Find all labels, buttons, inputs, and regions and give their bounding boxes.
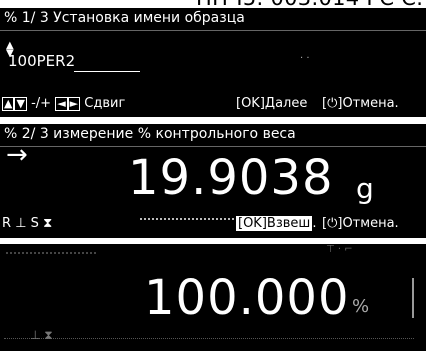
s-label: S: [30, 216, 39, 231]
stability-arrow-icon: →: [6, 140, 28, 170]
ok-key-label: OK: [243, 216, 262, 231]
faint-footer-line: [4, 338, 414, 339]
sign-toggle-label[interactable]: -/+: [31, 96, 51, 111]
r-label: R: [2, 216, 12, 231]
faint-top-indicators: [6, 252, 96, 254]
shift-key-icon[interactable]: ◄ ►: [55, 96, 81, 111]
power-icon: ⏻: [327, 96, 338, 111]
level-icon: ⊥: [15, 216, 27, 231]
weigh-softkey[interactable]: [OK]Взвеш.: [236, 216, 316, 231]
weight-unit: g: [356, 172, 374, 205]
progress-dots: [140, 218, 238, 220]
weight-readout: 19.9038: [128, 150, 334, 206]
ok-key-label: OK: [241, 96, 260, 111]
next-label: Далее: [264, 96, 308, 111]
percent-result-screen: ⊤ · ⌐ 100.000 % ⊥ ⧗: [0, 244, 426, 351]
next-softkey[interactable]: [OK]Далее: [236, 96, 307, 111]
name-input-underline: [74, 71, 140, 72]
weigh-label: Взвеш: [266, 216, 311, 231]
cancel-label: Отмена.: [342, 216, 399, 231]
faint-corner-marks: ⊤ · ⌐: [326, 244, 353, 255]
screen2-header-rest: контрольного веса: [155, 126, 296, 142]
screen1-header: % 1/ 3 Установка имени образца: [4, 10, 245, 26]
faint-level-icon: ⊥ ⧗: [30, 328, 53, 342]
check-weight-screen: % 2/ 3 измерение % контрольного веса → 1…: [0, 124, 426, 238]
percent-icon: %: [137, 126, 152, 142]
bar-indicator: [412, 278, 414, 318]
cancel-label: Отмена.: [342, 96, 399, 111]
updown-key-icon[interactable]: ▲ ▼: [2, 96, 27, 111]
header-divider: [0, 146, 426, 147]
percent-readout: 100.000: [144, 270, 350, 326]
shift-label[interactable]: Сдвиг: [84, 96, 125, 111]
cancel-softkey[interactable]: [⏻]Отмена.: [322, 216, 399, 231]
cancel-softkey[interactable]: [⏻]Отмена.: [322, 96, 399, 111]
placeholder-dots: · ·: [300, 53, 310, 64]
sample-name-field[interactable]: 100PER2: [8, 52, 75, 70]
hourglass-icon: ⧗: [43, 216, 53, 231]
percent-unit: %: [352, 296, 370, 317]
screen2-header: % 2/ 3 измерение % контрольного веса: [4, 126, 296, 142]
header-divider: [0, 30, 426, 31]
sample-name-screen: % 1/ 3 Установка имени образца ▲ ▼ 100PER…: [0, 8, 426, 117]
power-icon: ⏻: [327, 216, 338, 231]
screen1-footer: ▲ ▼ -/+ ◄ ► Сдвиг: [2, 96, 125, 111]
status-indicators: R ⊥ S ⧗: [2, 216, 52, 231]
